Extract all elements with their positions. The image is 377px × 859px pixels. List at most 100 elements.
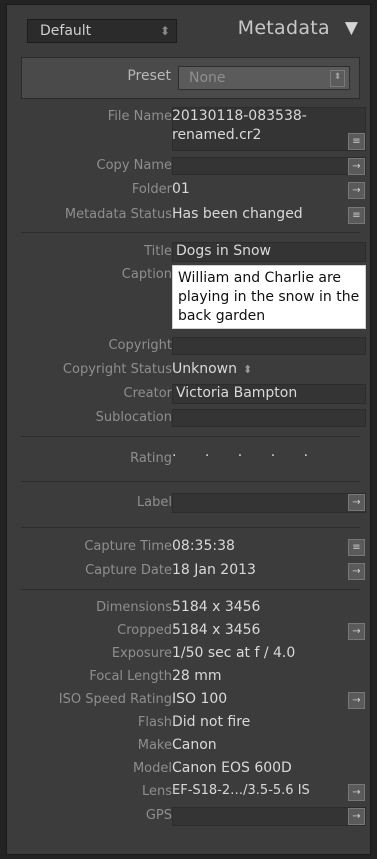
cropped-label: Cropped — [117, 623, 172, 638]
metadata-fields: File Name 20130118-083538- renamed.cr2 ≡… — [21, 99, 366, 849]
lens-value: EF-S18-2…/3.5-5.6 IS — [172, 783, 310, 798]
copyright-status-select[interactable]: Unknown ⬍ — [172, 361, 252, 377]
row-folder: Folder 01 → — [21, 179, 365, 203]
focal-length-label: Focal Length — [89, 669, 172, 684]
capture-time-value: 08:35:38 — [172, 538, 235, 554]
title-value: Dogs in Snow — [176, 243, 271, 259]
copyright-label: Copyright — [108, 338, 172, 353]
row-copyright: Copyright — [21, 335, 366, 359]
sublocation-label: Sublocation — [95, 410, 172, 425]
gps-action-arrow-icon[interactable]: → — [348, 808, 365, 825]
exposure-label: Exposure — [111, 646, 172, 661]
folder-value: 01 — [172, 181, 190, 197]
creator-label: Creator — [123, 386, 173, 401]
caption-label: Caption — [121, 267, 172, 282]
row-file-name: File Name 20130118-083538- renamed.cr2 ≡ — [21, 105, 366, 155]
copyright-field[interactable] — [172, 337, 366, 355]
divider — [21, 436, 360, 437]
select-arrows-icon: ⬍ — [330, 70, 345, 87]
make-value: Canon — [172, 737, 217, 753]
row-copyright-status: Copyright Status Unknown ⬍ — [21, 359, 360, 383]
folder-action-arrow-icon[interactable]: → — [348, 182, 365, 199]
capture-date-action-arrow-icon[interactable]: → — [348, 563, 365, 580]
file-name-label: File Name — [107, 109, 172, 124]
copy-name-field[interactable] — [172, 157, 366, 175]
gps-field[interactable] — [172, 807, 366, 826]
capture-time-list-icon[interactable]: ≡ — [348, 539, 365, 556]
row-label: Label → — [21, 489, 366, 517]
row-metadata-status: Metadata Status Has been changed ≡ — [21, 203, 365, 229]
row-capture-date: Capture Date 18 Jan 2013 → — [21, 559, 365, 585]
label-label: Label — [136, 495, 172, 510]
label-action-arrow-icon[interactable]: → — [348, 494, 365, 511]
flash-value: Did not fire — [172, 714, 251, 730]
copy-name-action-arrow-icon[interactable]: → — [348, 158, 365, 175]
preset-label: Preset — [127, 68, 171, 84]
row-cropped: Cropped 5184 x 3456 → — [21, 620, 365, 643]
iso-speed-rating-label: ISO Speed Rating — [58, 692, 172, 707]
creator-value: Victoria Bampton — [176, 385, 298, 401]
metadata-view-select[interactable]: Default ⬍ — [27, 19, 177, 43]
divider — [21, 481, 360, 482]
make-label: Make — [137, 738, 172, 753]
divider — [21, 232, 360, 233]
cropped-value: 5184 x 3456 — [172, 622, 261, 638]
file-name-value-line1: 20130118-083538- — [172, 108, 307, 124]
sublocation-field[interactable] — [172, 409, 366, 427]
metadata-status-label: Metadata Status — [64, 207, 172, 222]
label-field[interactable] — [172, 493, 366, 513]
copy-name-label: Copy Name — [96, 158, 172, 173]
metadata-status-value: Has been changed — [172, 206, 303, 222]
iso-speed-rating-value: ISO 100 — [172, 691, 228, 707]
lens-action-arrow-icon[interactable]: → — [348, 784, 365, 801]
folder-label: Folder — [131, 182, 172, 197]
panel-header: Default ⬍ Metadata ▼ — [7, 5, 370, 57]
capture-date-value: 18 Jan 2013 — [172, 562, 256, 578]
row-caption: Caption William and Charlie are playing … — [21, 265, 366, 333]
copyright-status-label: Copyright Status — [62, 362, 172, 377]
metadata-status-list-icon[interactable]: ≡ — [348, 207, 365, 224]
metadata-view-select-value: Default — [40, 23, 92, 39]
row-creator: Creator Victoria Bampton — [21, 383, 366, 407]
capture-time-label: Capture Time — [84, 539, 172, 554]
row-capture-time: Capture Time 08:35:38 ≡ — [21, 535, 365, 559]
row-make: Make Canon — [21, 735, 360, 758]
caption-textarea[interactable]: William and Charlie are playing in the s… — [172, 265, 366, 329]
row-dimensions: Dimensions 5184 x 3456 — [21, 597, 360, 620]
row-sublocation: Sublocation — [21, 407, 366, 431]
row-rating: Rating · · · · · — [21, 447, 360, 473]
row-copy-name: Copy Name → — [21, 155, 366, 179]
metadata-panel: Default ⬍ Metadata ▼ Preset None ⬍ File … — [6, 4, 371, 855]
file-name-value-line2: renamed.cr2 — [172, 127, 262, 143]
flash-label: Flash — [137, 715, 172, 730]
title-label: Title — [144, 244, 172, 259]
iso-action-arrow-icon[interactable]: → — [348, 692, 365, 709]
row-lens: Lens EF-S18-2…/3.5-5.6 IS → — [21, 781, 365, 804]
model-value: Canon EOS 600D — [172, 760, 292, 776]
gps-label: GPS — [145, 808, 172, 823]
row-focal-length: Focal Length 28 mm — [21, 666, 360, 689]
divider — [21, 589, 360, 590]
dimensions-value: 5184 x 3456 — [172, 599, 261, 615]
panel-title: Metadata — [237, 17, 330, 39]
row-flash: Flash Did not fire — [21, 712, 360, 735]
divider — [21, 527, 360, 528]
select-arrows-icon: ⬍ — [243, 363, 253, 376]
row-exposure: Exposure 1/50 sec at f / 4.0 — [21, 643, 360, 666]
preset-row: Preset None ⬍ — [21, 57, 360, 99]
collapse-triangle-icon[interactable]: ▼ — [345, 18, 358, 38]
select-arrows-icon: ⬍ — [159, 24, 170, 38]
rating-stars[interactable]: · · · · · — [172, 448, 320, 464]
preset-select[interactable]: None ⬍ — [178, 66, 350, 90]
rating-label: Rating — [130, 451, 172, 466]
row-title: Title Dogs in Snow — [21, 241, 366, 265]
cropped-action-arrow-icon[interactable]: → — [348, 623, 365, 640]
rename-list-icon[interactable]: ≡ — [348, 133, 365, 150]
row-model: Model Canon EOS 600D — [21, 758, 360, 781]
dimensions-label: Dimensions — [96, 600, 172, 615]
row-gps: GPS → — [21, 805, 366, 829]
preset-select-value: None — [189, 70, 226, 86]
lens-label: Lens — [141, 784, 172, 799]
copyright-status-value: Unknown — [172, 361, 237, 377]
exposure-value: 1/50 sec at f / 4.0 — [172, 645, 296, 661]
